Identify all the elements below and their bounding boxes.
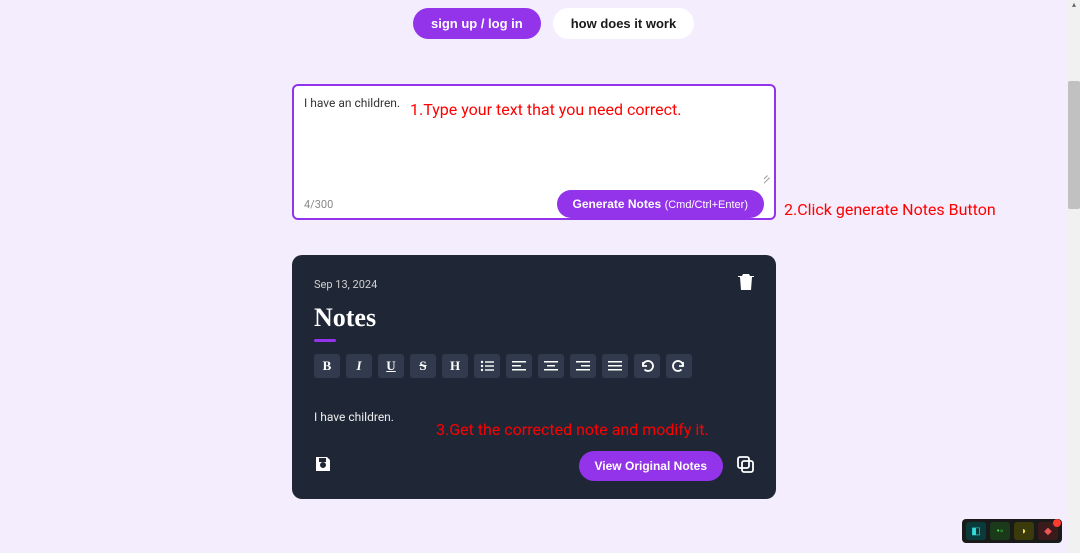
bold-button[interactable]: B [314,354,340,378]
view-original-button[interactable]: View Original Notes [579,451,723,481]
note-footer-right: View Original Notes [579,451,754,481]
align-center-button[interactable] [538,354,564,378]
underline-button[interactable]: U [378,354,404,378]
align-left-button[interactable] [506,354,532,378]
bottom-widget: ◧ •◦ ◗ ◆ [962,519,1062,543]
save-icon[interactable] [314,455,332,477]
generate-notes-button[interactable]: Generate Notes (Cmd/Ctrl+Enter) [557,190,764,218]
widget-item-4[interactable]: ◆ [1038,522,1058,540]
list-button[interactable] [474,354,500,378]
note-footer: View Original Notes [314,451,754,481]
annotation-step1: 1.Type your text that you need correct. [410,100,681,119]
italic-button[interactable]: I [346,354,372,378]
redo-button[interactable] [666,354,692,378]
signup-button[interactable]: sign up / log in [413,8,541,39]
generate-label: Generate Notes [573,197,662,211]
note-title: Notes [314,303,754,333]
widget-item-1[interactable]: ◧ [966,522,986,540]
input-footer: 4/300 Generate Notes (Cmd/Ctrl+Enter) [304,190,764,218]
widget-item-3[interactable]: ◗ [1014,522,1034,540]
widget-badge [1053,519,1061,527]
how-it-works-button[interactable]: how does it work [553,8,694,39]
annotation-step3: 3.Get the corrected note and modify it. [436,420,709,439]
scrollbar-thumb[interactable] [1068,81,1080,209]
note-header: Sep 13, 2024 [314,273,754,295]
note-card: Sep 13, 2024 Notes B I U S H [292,255,776,499]
undo-button[interactable] [634,354,660,378]
strike-button[interactable]: S [410,354,436,378]
title-underline [314,339,336,342]
note-date: Sep 13, 2024 [314,278,377,291]
align-justify-button[interactable] [602,354,628,378]
trash-icon[interactable] [738,273,754,295]
top-buttons: sign up / log in how does it work [413,8,694,39]
align-right-button[interactable] [570,354,596,378]
editor-toolbar: B I U S H [314,354,754,378]
resize-handle-icon[interactable] [762,170,770,178]
annotation-step2: 2.Click generate Notes Button [784,200,996,219]
copy-icon[interactable] [737,456,754,477]
char-count: 4/300 [304,198,333,211]
heading-button[interactable]: H [442,354,468,378]
scrollbar-arrow-up[interactable]: ▴ [1068,0,1080,12]
generate-shortcut: (Cmd/Ctrl+Enter) [665,199,748,211]
widget-item-2[interactable]: •◦ [990,522,1010,540]
